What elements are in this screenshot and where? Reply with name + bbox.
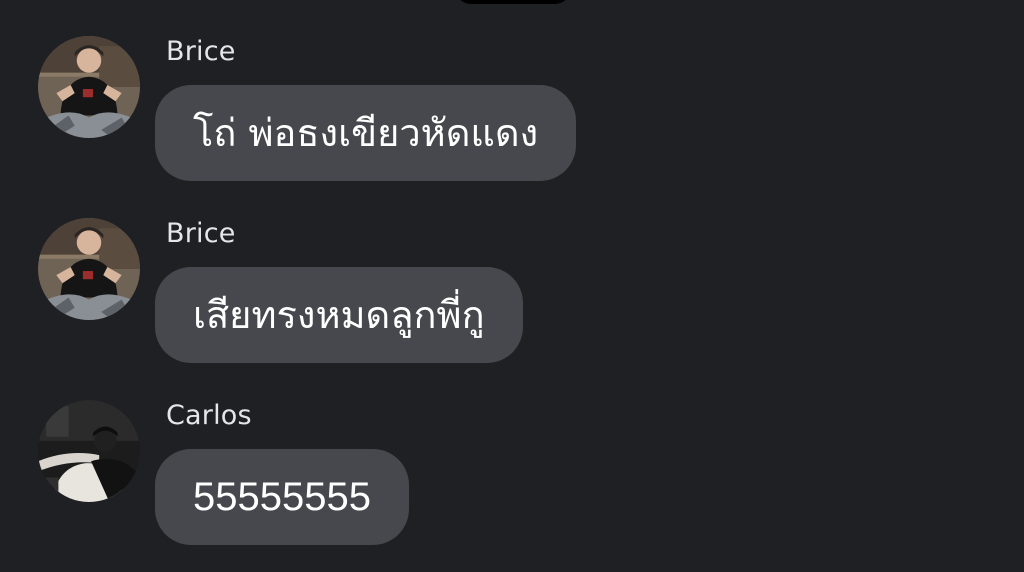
- message-text: เสียทรงหมดลูกพี่กู: [193, 293, 485, 337]
- message-bubble[interactable]: 55555555: [155, 449, 409, 545]
- avatar-carlos-image: [38, 400, 140, 502]
- sender-name: Carlos: [166, 400, 252, 431]
- avatar[interactable]: [38, 218, 140, 320]
- avatar-brice-image: [38, 218, 140, 320]
- message-bubble[interactable]: โถ่ พ่อธงเขียวหัดแดง: [155, 85, 577, 181]
- sender-name: Brice: [166, 218, 236, 249]
- message-text: โถ่ พ่อธงเขียวหัดแดง: [193, 111, 539, 155]
- sender-name: Brice: [166, 36, 236, 67]
- avatar[interactable]: [38, 36, 140, 138]
- avatar[interactable]: [38, 400, 140, 502]
- message-text: 55555555: [193, 475, 371, 519]
- message-bubble[interactable]: เสียทรงหมดลูกพี่กู: [155, 267, 523, 363]
- avatar-brice-image: [38, 36, 140, 138]
- chat-thread: Brice โถ่ พ่อธงเขียวหัดแดง Brice เสียทรง…: [0, 0, 1024, 572]
